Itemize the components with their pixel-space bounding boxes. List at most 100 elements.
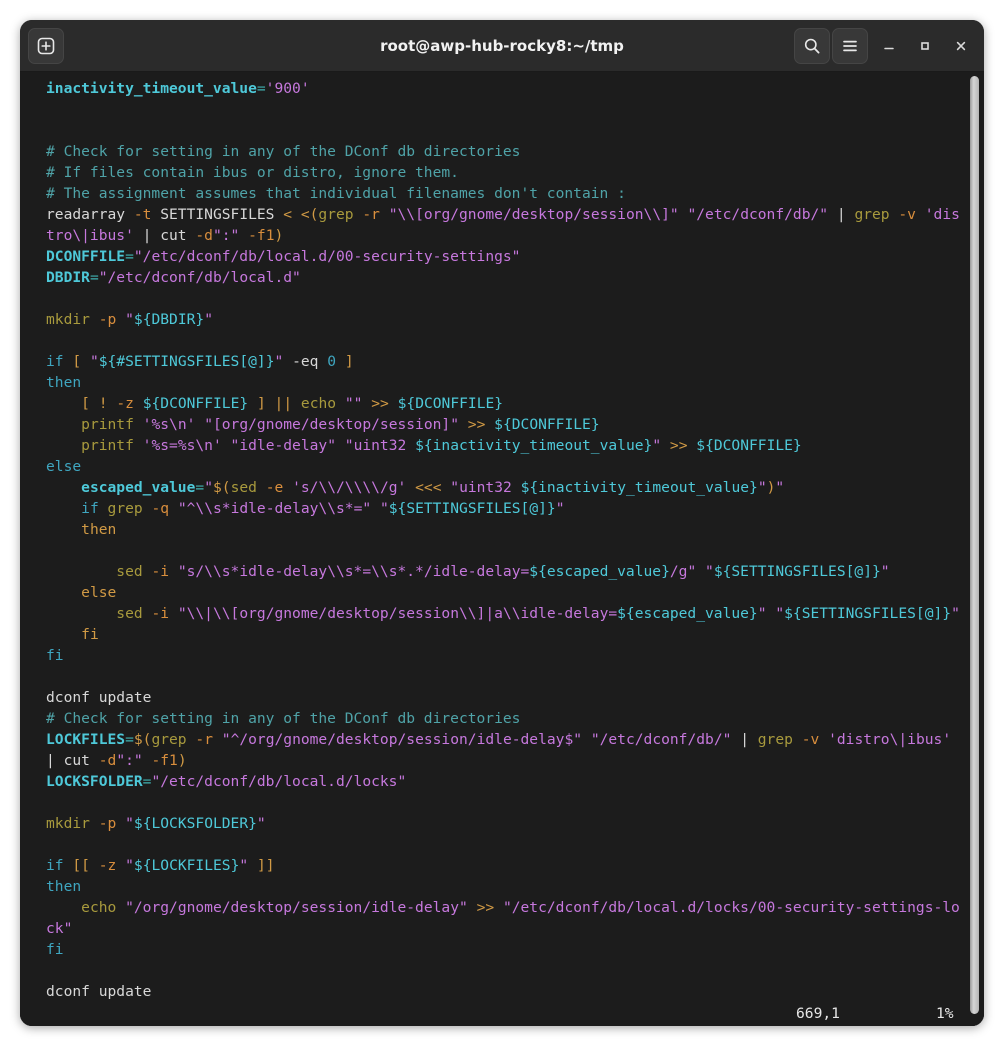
terminal-token: -eq [292, 353, 319, 370]
terminal-line: readarray -t SETTINGSFILES < <(grep -r "… [46, 204, 984, 225]
terminal-token: " [775, 479, 785, 496]
terminal-token: "\\[org/gnome/desktop/session\\]" [388, 206, 679, 223]
terminal-token: | [46, 752, 64, 769]
terminal-token: LOCKSFOLDER [46, 773, 143, 790]
terminal-scrollbar[interactable] [968, 72, 981, 1026]
terminal-token: 's/\\/\\\\/g' [292, 479, 407, 496]
terminal-token: ! [98, 395, 108, 412]
terminal-line: else [46, 456, 984, 477]
terminal-line: # Check for setting in any of the DConf … [46, 708, 984, 729]
terminal-token: -r [195, 731, 213, 748]
minimize-icon [884, 47, 894, 49]
terminal-token: -f1 [248, 227, 275, 244]
terminal-token: 0 [327, 353, 337, 370]
terminal-token: ${LOCKSFOLDER} [133, 815, 257, 832]
terminal-token: inactivity_timeout_value [46, 80, 257, 97]
search-button[interactable] [794, 27, 830, 64]
terminal-token: dconf update [46, 689, 152, 706]
terminal-token: -e [265, 479, 284, 496]
terminal-token: fi [46, 941, 64, 958]
minimize-button[interactable] [874, 31, 904, 61]
new-tab-button[interactable] [28, 27, 64, 64]
terminal-token: >> [476, 899, 495, 916]
terminal-token: ck" [46, 920, 73, 937]
terminal-line: if [[ -z "${LOCKFILES}" ]] [46, 855, 984, 876]
terminal-token: sed [116, 605, 143, 622]
terminal-line: | cut -d":" -f1) [46, 750, 984, 771]
terminal-token: ] [344, 353, 354, 370]
terminal-token: = [256, 80, 266, 97]
terminal-token: readarray [46, 206, 134, 223]
terminal-token: -d [98, 752, 117, 769]
terminal-line: # Check for setting in any of the DConf … [46, 141, 984, 162]
terminal-token: DBDIR [46, 269, 90, 286]
terminal-token: else [46, 458, 82, 475]
terminal-token: -i [151, 563, 170, 580]
close-button[interactable] [946, 31, 976, 61]
terminal-window: root@awp-hub-rocky8:~/tmp inactivity_tim… [20, 20, 984, 1026]
terminal-token: " [274, 353, 284, 370]
terminal-token: -f1 [151, 752, 178, 769]
menu-button[interactable] [832, 27, 868, 64]
terminal-token: "/org/gnome/desktop/session/idle-delay" [125, 899, 468, 916]
terminal-token: ${DCONFFILE} [397, 395, 504, 412]
terminal-line: tro\|ibus' | cut -d":" -f1) [46, 225, 984, 246]
terminal-token: " [125, 311, 134, 328]
terminal-line: mkdir -p "${DBDIR}" [46, 309, 984, 330]
terminal-token: >> [371, 395, 389, 412]
terminal-token: ${DCONFFILE} [494, 416, 600, 433]
terminal-token: grep [151, 731, 187, 748]
terminal-token: " [125, 815, 134, 832]
terminal-line: sed -i "s/\\s*idle-delay\\s*=\\s*.*/idle… [46, 561, 984, 582]
terminal-token: grep [107, 500, 143, 517]
maximize-button[interactable] [910, 31, 940, 61]
terminal-token: dconf update [46, 983, 152, 1000]
terminal-token: [ [81, 395, 90, 412]
scrollbar-thumb[interactable] [970, 76, 979, 1014]
terminal-token: ) [177, 752, 187, 769]
terminal-token: ]] [256, 857, 275, 874]
terminal-token: "uint32 [344, 437, 416, 454]
terminal-line: inactivity_timeout_value='900' [46, 78, 984, 99]
terminal-token: ${DCONFFILE} [696, 437, 802, 454]
terminal-token: "/etc/dconf/db/" [590, 731, 732, 748]
terminal-body[interactable]: inactivity_timeout_value='900' # Check f… [20, 72, 984, 1026]
terminal-token: " [757, 605, 767, 622]
terminal-token: ${inactivity_timeout_value} [520, 479, 758, 496]
terminal-token: ${SETTINGSFILES[@]} [388, 500, 556, 517]
terminal-line: printf '%s\n' "[org/gnome/desktop/sessio… [46, 414, 984, 435]
terminal-token: cut [63, 752, 99, 769]
terminal-text-area[interactable]: inactivity_timeout_value='900' # Check f… [20, 72, 984, 1026]
terminal-token: = [195, 479, 205, 496]
terminal-token: < <( [283, 206, 319, 223]
terminal-token: ":" [116, 752, 143, 769]
terminal-token: " [204, 311, 213, 328]
